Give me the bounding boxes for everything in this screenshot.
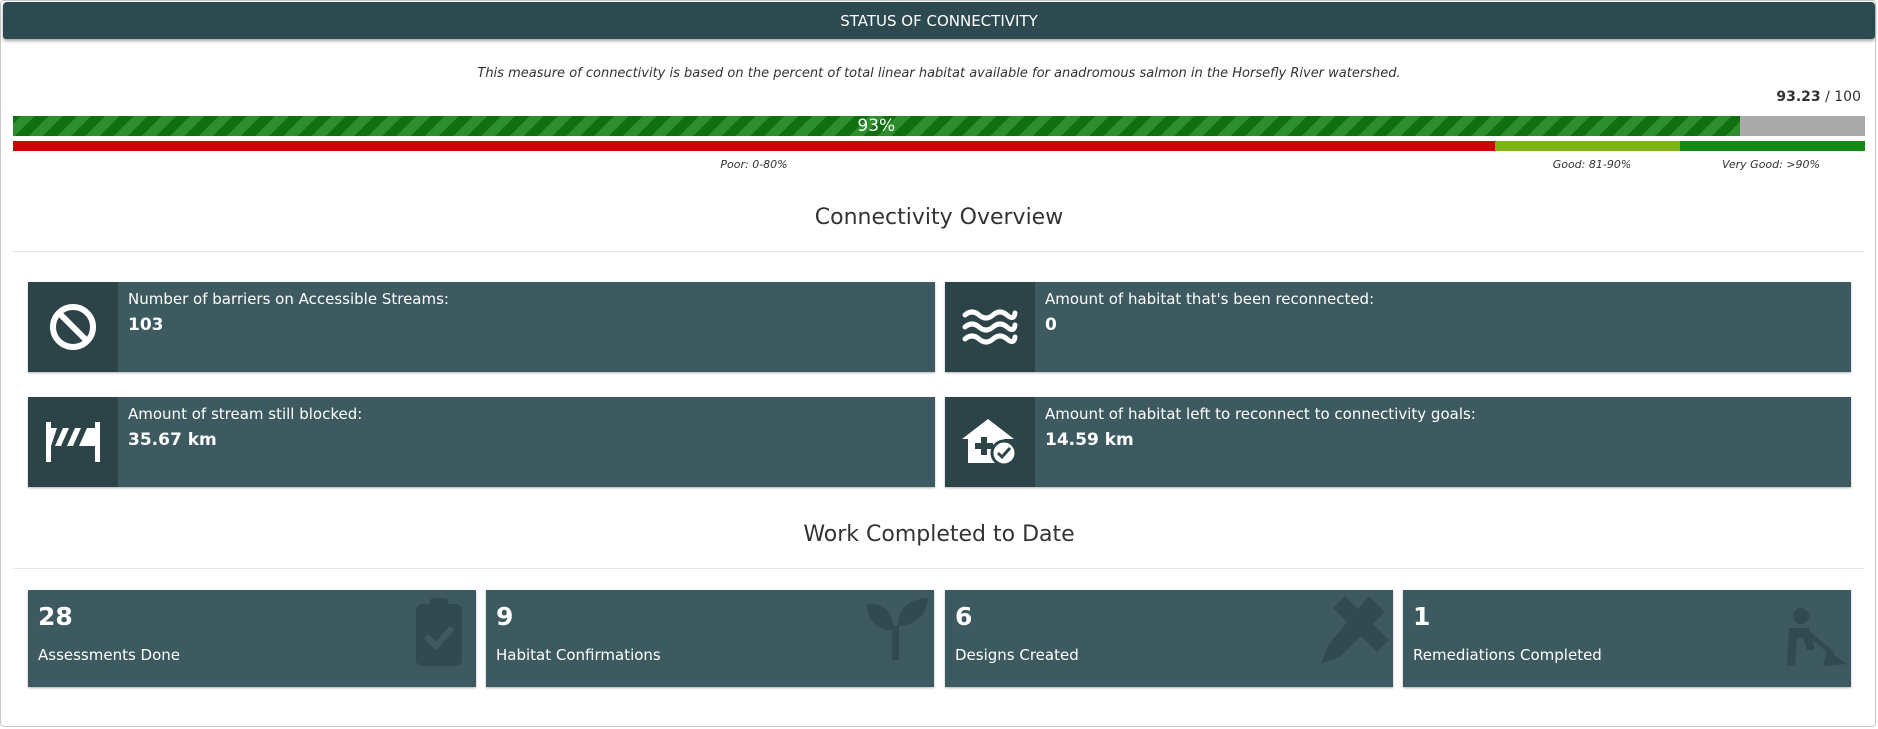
score-max: / 100 (1825, 89, 1861, 105)
connectivity-overview-title: Connectivity Overview (814, 205, 1064, 230)
designs-value: 6 (955, 602, 973, 631)
habitat-reconnected-card: Amount of habitat that's been reconnecte… (945, 282, 1851, 372)
assessments-value: 28 (38, 602, 73, 631)
scale-very-good-segment (1680, 141, 1865, 151)
barriers-value: 103 (128, 315, 164, 335)
barriers-label: Number of barriers on Accessible Streams… (128, 290, 449, 308)
assessments-card: 28 Assessments Done (28, 590, 476, 687)
remediations-value: 1 (1413, 602, 1431, 631)
assessments-label: Assessments Done (38, 646, 181, 664)
score-readout: 93.23 / 100 (1776, 89, 1861, 105)
scale-good-segment (1495, 141, 1680, 151)
seedling-icon (866, 598, 928, 660)
stream-blocked-value: 35.67 km (128, 430, 217, 450)
stream-blocked-label: Amount of stream still blocked: (128, 405, 363, 423)
progress-fill: 93% (13, 116, 1740, 136)
water-icon (945, 282, 1035, 372)
habitat-left-card: Amount of habitat left to reconnect to c… (945, 397, 1851, 487)
remediations-label: Remediations Completed (1413, 646, 1602, 664)
score-value: 93.23 (1776, 89, 1821, 105)
scale-good-label: Good: 81-90% (1552, 158, 1632, 171)
panel-header: STATUS OF CONNECTIVITY (3, 2, 1875, 39)
habitat-confirmations-card: 9 Habitat Confirmations (486, 590, 934, 687)
habitat-confirmations-label: Habitat Confirmations (496, 646, 661, 664)
connectivity-description: This measure of connectivity is based on… (477, 66, 1401, 81)
scale-poor-label: Poor: 0-80% (720, 158, 788, 171)
stream-blocked-card: Amount of stream still blocked: 35.67 km (28, 397, 935, 487)
road-barrier-icon (28, 397, 118, 487)
habitat-reconnected-label: Amount of habitat that's been reconnecte… (1045, 290, 1375, 308)
designs-label: Designs Created (955, 646, 1079, 664)
habitat-reconnected-value: 0 (1045, 315, 1057, 335)
work-completed-title: Work Completed to Date (803, 522, 1075, 547)
habitat-left-label: Amount of habitat left to reconnect to c… (1045, 405, 1476, 423)
house-medical-check-icon (945, 397, 1035, 487)
ban-icon (28, 282, 118, 372)
connectivity-panel: STATUS OF CONNECTIVITY This measure of c… (0, 0, 1876, 727)
section-divider (13, 568, 1865, 569)
designs-card: 6 Designs Created (945, 590, 1393, 687)
scale-very-good-label: Very Good: >90% (1721, 158, 1821, 171)
habitat-confirmations-value: 9 (496, 602, 514, 631)
clipboard-check-icon (416, 598, 462, 666)
barriers-card: Number of barriers on Accessible Streams… (28, 282, 935, 372)
connectivity-progress-bar: 93% (13, 116, 1865, 136)
habitat-left-value: 14.59 km (1045, 430, 1134, 450)
remediations-card: 1 Remediations Completed (1403, 590, 1851, 687)
section-divider (13, 251, 1865, 252)
scale-poor-segment (13, 141, 1495, 151)
person-digging-icon (1787, 608, 1847, 666)
pencil-ruler-icon (1321, 596, 1389, 664)
